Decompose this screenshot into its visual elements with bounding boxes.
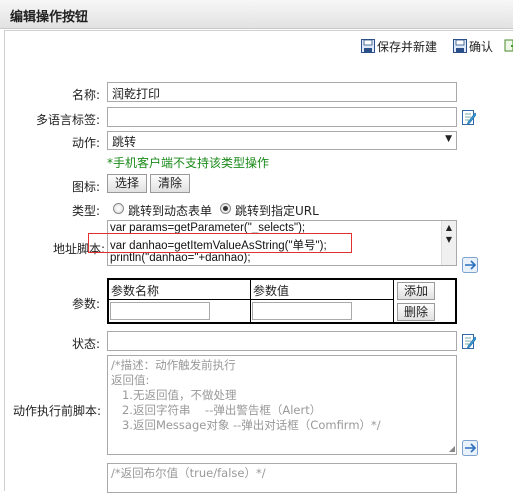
save-new-button[interactable]: 保存并新建 xyxy=(361,38,437,54)
params-col-name: 参数名称 xyxy=(109,280,251,300)
param-name-input[interactable] xyxy=(110,302,210,320)
edit-icon[interactable] xyxy=(462,333,476,349)
scroll-down-icon[interactable]: ▼ xyxy=(442,235,456,244)
action-label: 动作: xyxy=(71,136,100,150)
type-option-label: 跳转到动态表单 xyxy=(128,204,213,218)
params-label: 参数: xyxy=(71,297,100,311)
add-green-button[interactable] xyxy=(504,38,513,54)
resize-grip-icon[interactable]: ◢ xyxy=(449,444,455,453)
placeholder-line: 3.返回Message对象 --弹出对话框（Comfirm）*/ xyxy=(111,418,381,432)
params-col-value: 参数值 xyxy=(251,280,394,300)
edit-icon[interactable] xyxy=(462,109,476,125)
params-table: 参数名称 参数值 添加 删除 xyxy=(107,278,457,324)
scrollbar[interactable]: ▲ ▼ xyxy=(441,221,456,265)
type-label: 类型: xyxy=(71,204,100,218)
placeholder-line: 1.无返回值，不做处理 xyxy=(111,388,237,402)
icon-clear-button[interactable]: 清除 xyxy=(150,174,190,193)
window-title: 编辑操作按钮 xyxy=(10,10,89,25)
placeholder-line: /*返回布尔值（true/false）*/ xyxy=(111,466,266,480)
i18n-label: 多语言标签: xyxy=(35,113,100,127)
icon-select-button[interactable]: 选择 xyxy=(107,174,147,193)
params-delete-button[interactable]: 删除 xyxy=(397,303,435,321)
confirm-button[interactable]: 确认 xyxy=(453,38,493,54)
param-value-input[interactable] xyxy=(252,302,352,320)
bottom-script-textarea[interactable]: /*返回布尔值（true/false）*/ xyxy=(107,463,457,493)
params-add-button[interactable]: 添加 xyxy=(397,282,435,300)
icon-label: 图标: xyxy=(71,180,100,194)
expand-script-icon[interactable] xyxy=(462,257,478,273)
action-select[interactable]: 跳转 ▼ xyxy=(107,131,457,150)
placeholder-line: 2.返回字符串 --弹出警告框（Alert） xyxy=(111,403,322,417)
state-label: 状态: xyxy=(71,337,100,351)
dropdown-arrow-icon: ▼ xyxy=(445,134,452,144)
state-field[interactable] xyxy=(107,331,457,351)
save-new-label: 保存并新建 xyxy=(377,39,438,54)
expand-script-icon[interactable] xyxy=(462,440,478,456)
name-label: 名称: xyxy=(71,88,100,102)
placeholder-line: 返回值: xyxy=(111,373,150,387)
params-cell xyxy=(251,300,394,322)
params-cell xyxy=(109,300,251,322)
window-title-bar: 编辑操作按钮 xyxy=(0,0,513,29)
name-value: 润乾打印 xyxy=(112,87,161,101)
add-icon xyxy=(504,39,513,52)
type-radio-url[interactable] xyxy=(220,203,231,214)
action-note: *手机客户端不支持该类型操作 xyxy=(107,156,270,170)
type-option-label: 跳转到指定URL xyxy=(235,204,319,218)
pre-script-textarea[interactable]: /*描述：动作触发前执行 返回值: 1.无返回值，不做处理 2.返回字符串 --… xyxy=(107,355,457,455)
pre-script-label: 动作执行前脚本: xyxy=(12,404,101,418)
action-value: 跳转 xyxy=(112,135,137,149)
save-icon xyxy=(361,39,375,53)
code-line: println("danhao="+danhao); xyxy=(110,252,251,264)
highlight-box xyxy=(88,233,352,253)
type-radio-dynamic-form[interactable] xyxy=(113,203,124,214)
i18n-field[interactable] xyxy=(107,107,457,127)
name-field[interactable]: 润乾打印 xyxy=(107,82,457,102)
save-icon xyxy=(453,39,467,53)
scroll-up-icon[interactable]: ▲ xyxy=(442,223,456,232)
placeholder-line: /*描述：动作触发前执行 xyxy=(111,358,236,372)
confirm-label: 确认 xyxy=(469,39,494,54)
